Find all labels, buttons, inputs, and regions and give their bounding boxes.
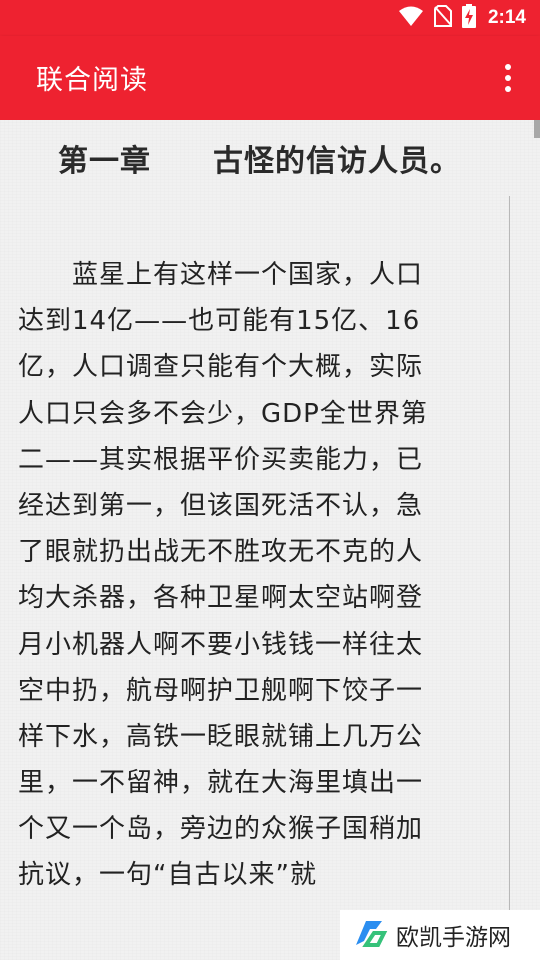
body-line: 经达到第一，但该国死活不认，急	[18, 490, 424, 521]
watermark-text: 欧凯手游网	[396, 925, 511, 951]
chapter-title: 第一章 古怪的信访人员。	[58, 144, 461, 179]
wifi-icon	[398, 5, 424, 31]
no-sim-icon	[433, 5, 452, 31]
status-icons: 2:14	[398, 0, 526, 36]
menu-dot	[505, 75, 511, 81]
body-line: 个又一个岛，旁边的众猴子国稍加	[18, 814, 424, 845]
chapter-body: 蓝星上有这样一个国家，人口 达到14亿——也可能有15亿、16 亿，人口调查只能…	[18, 252, 478, 899]
status-bar: 2:14	[0, 0, 540, 36]
body-line: 二——其实根据平价买卖能力，已	[18, 444, 424, 475]
body-line: 人口只会多不会少，GDP全世界第	[18, 398, 428, 429]
app-bar: 联合阅读	[0, 36, 540, 120]
app-title: 联合阅读	[36, 65, 148, 96]
reading-area[interactable]: 第一章 古怪的信访人员。 蓝星上有这样一个国家，人口 达到14亿——也可能有15…	[0, 120, 540, 960]
body-line: 亿，人口调查只能有个大概，实际	[18, 352, 424, 383]
body-line: 月小机器人啊不要小钱钱一样往太	[18, 629, 424, 660]
reader-screen: 2:14 联合阅读 第一章 古怪的信访人员。 蓝星上有这样一个国家，人口 达到1…	[0, 0, 540, 960]
menu-dot	[505, 64, 511, 70]
body-line: 里，一不留神，就在大海里填出一	[18, 768, 424, 799]
body-line: 达到14亿——也可能有15亿、16	[18, 306, 421, 337]
ok-logo-icon	[352, 915, 388, 955]
body-line: 均大杀器，各种卫星啊太空站啊登	[18, 583, 424, 614]
body-line: 了眼就扔出战无不胜攻无不克的人	[18, 537, 424, 568]
scrollbar-thumb[interactable]	[534, 120, 540, 138]
menu-dot	[505, 86, 511, 92]
watermark: 欧凯手游网	[340, 910, 540, 960]
overflow-menu-icon[interactable]	[502, 64, 514, 92]
body-line: 抗议，一句“自古以来”就	[18, 860, 317, 891]
body-line: 蓝星上有这样一个国家，人口	[18, 260, 424, 290]
status-time: 2:14	[487, 7, 526, 28]
body-line: 样下水，高铁一眨眼就铺上几万公	[18, 721, 424, 752]
battery-charging-icon	[461, 4, 476, 32]
body-line: 空中扔，航母啊护卫舰啊下饺子一	[18, 675, 424, 706]
page-divider	[509, 196, 510, 960]
